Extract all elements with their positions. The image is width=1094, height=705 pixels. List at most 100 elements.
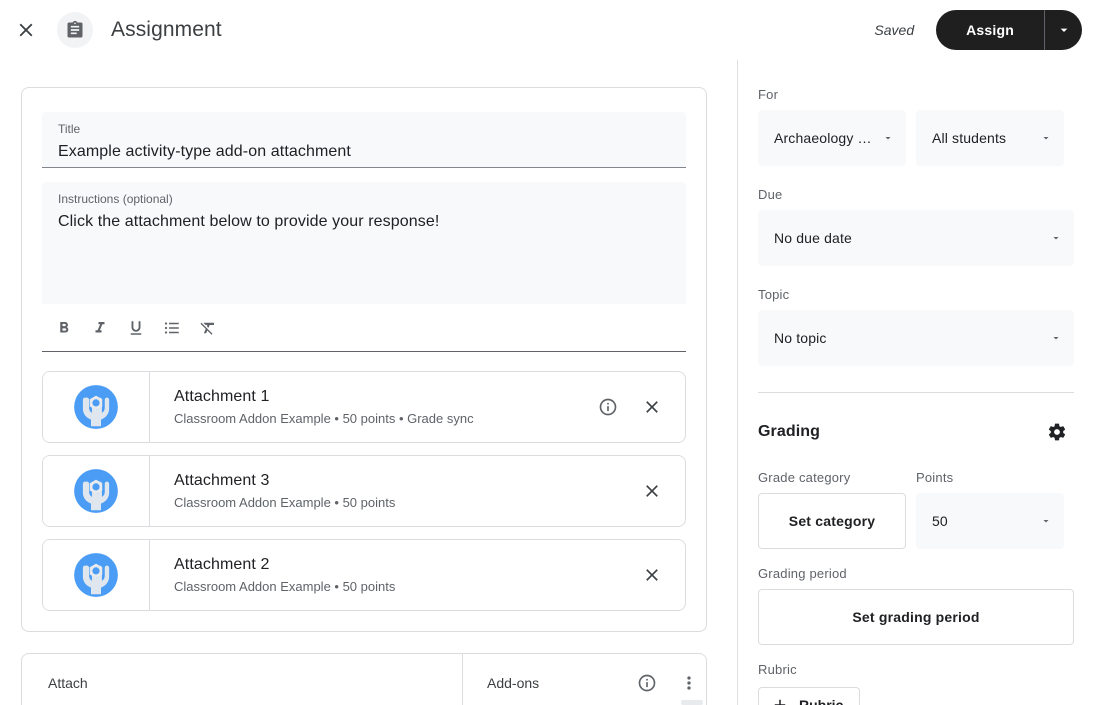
points-label: Points: [916, 470, 954, 485]
grading-period-label: Grading period: [758, 566, 847, 581]
grade-category-label: Grade category: [758, 470, 851, 485]
close-icon: [19, 23, 33, 37]
add-rubric-button[interactable]: Rubric: [758, 687, 861, 705]
attachment-title: Attachment 3: [174, 471, 270, 489]
addons-label: Add-ons: [487, 675, 540, 691]
assign-options-button[interactable]: [1044, 10, 1082, 50]
classroom-addon-icon: [74, 385, 118, 429]
add-rubric-label: Rubric: [799, 697, 844, 705]
attachment-row[interactable]: Attachment 2 Classroom Addon Example • 5…: [42, 539, 686, 611]
attach-label: Attach: [48, 675, 88, 691]
for-row: Archaeology … All students: [758, 110, 1073, 166]
attachment-list: Attachment 1 Classroom Addon Example • 5…: [42, 371, 686, 611]
italic-icon: [95, 322, 105, 333]
italic-button[interactable]: [86, 314, 114, 342]
assignment-editor: Title Example activity-type add-on attac…: [0, 60, 1094, 705]
close-button[interactable]: [8, 12, 44, 48]
course-value: Archaeology …: [774, 130, 872, 146]
assignment-clipboard-icon: [67, 20, 83, 38]
chevron-down-icon: [1040, 132, 1052, 144]
topic-label: Topic: [758, 287, 790, 302]
attachment-title: Attachment 1: [174, 387, 270, 405]
bulleted-list-button[interactable]: [158, 314, 186, 342]
attach-section[interactable]: Attach: [22, 654, 463, 705]
app-header: Assignment Saved Assign: [0, 0, 1094, 60]
assign-button[interactable]: Assign: [936, 10, 1044, 50]
title-value: Example activity-type add-on attachment: [58, 143, 351, 160]
plus-icon: [774, 699, 786, 705]
attachment-thumbnail: [43, 372, 150, 442]
assignment-type-chip: [57, 12, 93, 48]
attachment-info: Attachment 3 Classroom Addon Example • 5…: [150, 470, 635, 513]
classroom-addon-icon: [74, 553, 118, 597]
assign-button-group: Assign: [936, 10, 1082, 50]
chevron-down-icon: [1050, 232, 1062, 244]
chevron-down-icon: [1060, 28, 1067, 32]
points-value: 50: [932, 513, 948, 529]
chevron-down-icon: [1040, 515, 1052, 527]
instructions-value: Click the attachment below to provide yo…: [58, 213, 440, 230]
rubric-label: Rubric: [758, 662, 797, 677]
header-actions: Saved Assign: [874, 10, 1094, 50]
attachment-info: Attachment 1 Classroom Addon Example • 5…: [150, 386, 591, 429]
attachment-info-button[interactable]: [591, 390, 625, 424]
addons-section: Add-ons: [463, 654, 706, 705]
underline-button[interactable]: [122, 314, 150, 342]
attachment-subtitle: Classroom Addon Example • 50 points • Gr…: [174, 410, 474, 426]
set-category-button[interactable]: Set category: [758, 493, 906, 549]
attachment-info: Attachment 2 Classroom Addon Example • 5…: [150, 554, 635, 597]
attachment-thumbnail: [43, 540, 150, 610]
attachment-actions: [591, 390, 685, 424]
attachment-remove-button[interactable]: [635, 558, 669, 592]
due-date-select[interactable]: No due date: [758, 210, 1074, 266]
attachment-remove-button[interactable]: [635, 390, 669, 424]
clear-formatting-button[interactable]: [194, 314, 222, 342]
bold-icon: [60, 322, 69, 333]
bulleted-list-icon: [164, 322, 179, 334]
page-title: Assignment: [111, 18, 222, 41]
assignment-content-card: Title Example activity-type add-on attac…: [21, 87, 707, 632]
bold-button[interactable]: [50, 314, 78, 342]
gear-icon: [1048, 423, 1066, 441]
addons-more-button[interactable]: [672, 666, 706, 700]
grading-header: Grading: [758, 415, 1074, 449]
clear-formatting-icon: [200, 322, 214, 335]
attachment-actions: [635, 558, 685, 592]
course-select[interactable]: Archaeology …: [758, 110, 906, 166]
attachment-actions: [635, 474, 685, 508]
info-icon: [638, 674, 656, 692]
due-date-value: No due date: [774, 230, 852, 246]
attachment-row[interactable]: Attachment 3 Classroom Addon Example • 5…: [42, 455, 686, 527]
attachment-title: Attachment 2: [174, 555, 270, 573]
grading-title: Grading: [758, 423, 821, 440]
attach-bar: Attach Add-ons: [21, 653, 707, 705]
instructions-input[interactable]: Instructions (optional) Click the attach…: [42, 182, 686, 304]
save-status: Saved: [874, 22, 915, 38]
settings-divider: [758, 392, 1074, 393]
chevron-down-icon: [882, 132, 894, 144]
attachment-remove-button[interactable]: [635, 474, 669, 508]
attachment-subtitle: Classroom Addon Example • 50 points: [174, 494, 396, 510]
audience-value: All students: [932, 130, 1007, 146]
title-label: Title: [58, 122, 81, 136]
assignment-details-column: Title Example activity-type add-on attac…: [0, 60, 737, 705]
audience-select[interactable]: All students: [916, 110, 1064, 166]
close-icon: [646, 401, 658, 413]
title-input[interactable]: Title Example activity-type add-on attac…: [42, 112, 686, 168]
classroom-addon-icon: [74, 469, 118, 513]
addons-info-button[interactable]: [630, 666, 664, 700]
rich-text-toolbar: [42, 304, 686, 352]
underline-icon: [130, 321, 142, 335]
attachment-thumbnail: [43, 456, 150, 526]
topic-select[interactable]: No topic: [758, 310, 1074, 366]
points-select[interactable]: 50: [916, 493, 1064, 549]
more-vertical-icon: [687, 676, 691, 690]
attachment-row[interactable]: Attachment 1 Classroom Addon Example • 5…: [42, 371, 686, 443]
points-group: Points 50: [916, 469, 1064, 549]
grading-settings-button[interactable]: [1040, 415, 1074, 449]
for-label: For: [758, 87, 779, 102]
attachment-subtitle: Classroom Addon Example • 50 points: [174, 578, 396, 594]
set-grading-period-button[interactable]: Set grading period: [758, 589, 1074, 645]
grade-category-points-row: Grade category Set category Points 50: [758, 469, 1073, 549]
scroll-indicator[interactable]: [681, 700, 703, 705]
